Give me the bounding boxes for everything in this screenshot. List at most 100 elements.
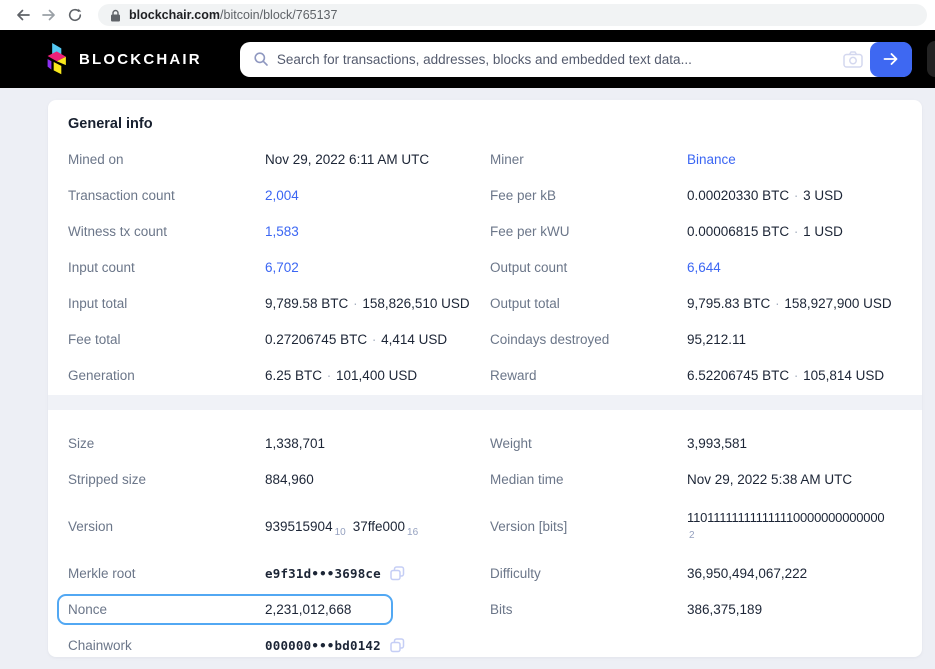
row-generation: Generation 6.25 BTC · 101,400 USD <box>68 357 490 393</box>
miner-link[interactable]: Binance <box>687 152 736 167</box>
row-label: Version <box>68 519 265 534</box>
general-info-grid: Mined on Nov 29, 2022 6:11 AM UTC Transa… <box>68 141 902 393</box>
row-value: 9,795.83 BTC · 158,927,900 USD <box>687 296 892 311</box>
row-value: Nov 29, 2022 5:38 AM UTC <box>687 472 852 487</box>
row-label: Fee per kWU <box>490 224 687 239</box>
row-label: Weight <box>490 436 687 451</box>
block-info-card: General info Mined on Nov 29, 2022 6:11 … <box>48 100 922 657</box>
base-10-subscript: 10 <box>335 527 346 538</box>
row-value: 884,960 <box>265 472 314 487</box>
section-divider <box>48 395 922 410</box>
row-fee-per-kwu: Fee per kWU 0.00006815 BTC · 1 USD <box>490 213 902 249</box>
row-label: Witness tx count <box>68 224 265 239</box>
row-stripped-size: Stripped size 884,960 <box>68 461 490 497</box>
blockchair-logo[interactable]: BLOCKCHAIR <box>46 43 202 75</box>
row-transaction-count: Transaction count 2,004 <box>68 177 490 213</box>
row-bits: Bits 386,375,189 <box>490 591 902 627</box>
row-label: Coindays destroyed <box>490 332 687 347</box>
page-body: General info Mined on Nov 29, 2022 6:11 … <box>0 88 935 657</box>
row-value: 3,993,581 <box>687 436 747 451</box>
row-value: 386,375,189 <box>687 602 762 617</box>
row-label: Miner <box>490 152 687 167</box>
row-size: Size 1,338,701 <box>68 425 490 461</box>
row-label: Median time <box>490 472 687 487</box>
row-label: Merkle root <box>68 566 265 581</box>
row-label: Transaction count <box>68 188 265 203</box>
site-header: BLOCKCHAIR <box>0 30 935 88</box>
nonce-highlight-box: Nonce 2,231,012,668 <box>57 594 393 625</box>
row-label: Chainwork <box>68 638 265 653</box>
row-label: Stripped size <box>68 472 265 487</box>
row-value: 9,789.58 BTC · 158,826,510 USD <box>265 296 470 311</box>
block-details-grid: Size 1,338,701 Stripped size 884,960 Ver… <box>68 410 902 663</box>
row-median-time: Median time Nov 29, 2022 5:38 AM UTC <box>490 461 902 497</box>
row-input-count: Input count 6,702 <box>68 249 490 285</box>
blockchair-logo-icon <box>46 43 69 75</box>
copy-icon[interactable] <box>390 566 405 581</box>
output-count-link[interactable]: 6,644 <box>687 260 721 275</box>
row-version: Version 9395159041037ffe00016 <box>68 497 490 555</box>
block-details-left-column: Size 1,338,701 Stripped size 884,960 Ver… <box>68 425 490 663</box>
witness-tx-count-link[interactable]: 1,583 <box>265 224 299 239</box>
version-decimal: 939515904 <box>265 519 333 534</box>
version-hex: 37ffe000 <box>353 519 405 534</box>
row-output-total: Output total 9,795.83 BTC · 158,927,900 … <box>490 285 902 321</box>
copy-icon[interactable] <box>390 638 405 653</box>
row-value: 0.27206745 BTC · 4,414 USD <box>265 332 447 347</box>
forward-icon[interactable] <box>36 2 62 28</box>
row-version-bits: Version [bits] 1101111111111111100000000… <box>490 497 902 555</box>
browser-chrome: blockchair.com/bitcoin/block/765137 <box>0 0 935 30</box>
row-weight: Weight 3,993,581 <box>490 425 902 461</box>
row-label: Output count <box>490 260 687 275</box>
reload-icon[interactable] <box>62 2 88 28</box>
general-info-left-column: Mined on Nov 29, 2022 6:11 AM UTC Transa… <box>68 141 490 393</box>
search-bar <box>240 42 912 77</box>
row-mined-on: Mined on Nov 29, 2022 6:11 AM UTC <box>68 141 490 177</box>
row-label: Size <box>68 436 265 451</box>
row-label: Nonce <box>68 602 265 617</box>
chainwork-value: 000000•••bd0142 <box>265 638 381 653</box>
search-submit-button[interactable] <box>870 42 912 77</box>
row-merkle-root: Merkle root e9f31d•••3698ce <box>68 555 490 591</box>
row-nonce: Nonce 2,231,012,668 <box>68 591 490 627</box>
row-label: Difficulty <box>490 566 687 581</box>
row-value: Nov 29, 2022 6:11 AM UTC <box>265 152 429 167</box>
row-label: Input count <box>68 260 265 275</box>
row-value: 6.52206745 BTC · 105,814 USD <box>687 368 884 383</box>
row-difficulty: Difficulty 36,950,494,067,222 <box>490 555 902 591</box>
section-title: General info <box>68 116 902 132</box>
row-label: Bits <box>490 602 687 617</box>
transaction-count-link[interactable]: 2,004 <box>265 188 299 203</box>
row-output-count: Output count 6,644 <box>490 249 902 285</box>
row-label: Output total <box>490 296 687 311</box>
brand-name: BLOCKCHAIR <box>79 51 202 68</box>
version-value: 9395159041037ffe00016 <box>265 519 425 534</box>
row-label: Input total <box>68 296 265 311</box>
row-label: Mined on <box>68 152 265 167</box>
row-miner: Miner Binance <box>490 141 902 177</box>
row-value: 0.00006815 BTC · 1 USD <box>687 224 843 239</box>
row-chainwork: Chainwork 000000•••bd0142 <box>68 627 490 663</box>
row-witness-tx-count: Witness tx count 1,583 <box>68 213 490 249</box>
row-input-total: Input total 9,789.58 BTC · 158,826,510 U… <box>68 285 490 321</box>
row-fee-total: Fee total 0.27206745 BTC · 4,414 USD <box>68 321 490 357</box>
secure-lock-icon[interactable] <box>110 9 121 22</box>
row-label: Fee total <box>68 332 265 347</box>
camera-search-icon[interactable] <box>836 42 870 77</box>
merkle-root-value: e9f31d•••3698ce <box>265 566 381 581</box>
row-fee-per-kb: Fee per kB 0.00020330 BTC · 3 USD <box>490 177 902 213</box>
search-input[interactable] <box>277 52 836 67</box>
header-menu-button-cutoff[interactable] <box>927 41 935 77</box>
version-bits-binary: 110111111111111110000000000000 <box>687 508 884 528</box>
version-bits-value: 110111111111111110000000000000 2 <box>687 508 884 544</box>
row-label: Generation <box>68 368 265 383</box>
nonce-value: 2,231,012,668 <box>265 602 351 617</box>
row-value: 1,338,701 <box>265 436 325 451</box>
input-count-link[interactable]: 6,702 <box>265 260 299 275</box>
back-icon[interactable] <box>10 2 36 28</box>
url-domain: blockchair.com <box>129 8 220 22</box>
row-label: Version [bits] <box>490 519 687 534</box>
address-bar[interactable]: blockchair.com/bitcoin/block/765137 <box>98 4 927 26</box>
row-value: 95,212.11 <box>687 332 746 347</box>
url-path: /bitcoin/block/765137 <box>220 8 337 22</box>
